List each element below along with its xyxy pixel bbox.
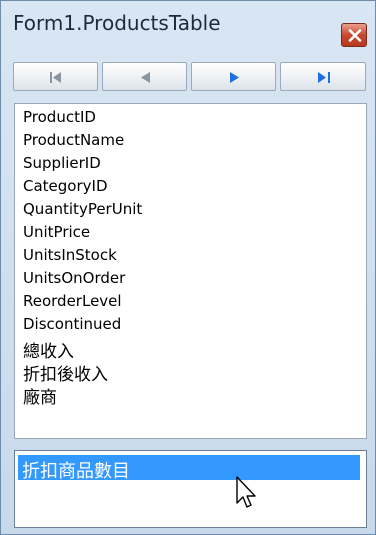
navigation-bar (13, 62, 366, 92)
form-window: Form1.ProductsTable ProductID ProductNam… (0, 0, 376, 535)
move-next-button[interactable] (191, 62, 276, 91)
field-item[interactable]: QuantityPerUnit (23, 200, 142, 218)
field-item[interactable]: 折扣後收入 (23, 360, 108, 385)
close-icon (348, 29, 362, 42)
move-previous-button[interactable] (102, 62, 187, 91)
move-last-button[interactable] (280, 62, 366, 91)
edit-textbox[interactable]: 折扣商品數目 (14, 450, 367, 528)
window-title: Form1.ProductsTable (13, 11, 221, 35)
field-item[interactable]: ProductName (23, 131, 124, 149)
field-item[interactable]: 總收入 (23, 337, 74, 362)
close-button[interactable] (341, 23, 367, 47)
field-item[interactable]: UnitsInStock (23, 246, 117, 264)
selected-text-highlight[interactable]: 折扣商品數目 (18, 455, 360, 482)
field-item[interactable]: UnitsOnOrder (23, 269, 125, 287)
field-item[interactable]: ReorderLevel (23, 292, 122, 310)
field-item[interactable]: ProductID (23, 108, 96, 126)
move-first-button[interactable] (13, 62, 98, 91)
move-next-icon (230, 72, 239, 83)
field-item[interactable]: Discontinued (23, 315, 121, 333)
move-last-icon (318, 72, 330, 83)
field-list[interactable]: ProductID ProductName SupplierID Categor… (14, 103, 367, 439)
mouse-cursor-icon (236, 476, 256, 508)
field-item[interactable]: SupplierID (23, 154, 101, 172)
field-item[interactable]: UnitPrice (23, 223, 90, 241)
selected-text: 折扣商品數目 (22, 461, 130, 482)
move-previous-icon (141, 72, 150, 83)
field-item[interactable]: CategoryID (23, 177, 108, 195)
field-item[interactable]: 廠商 (23, 383, 57, 408)
title-bar[interactable]: Form1.ProductsTable (1, 1, 375, 47)
move-first-icon (50, 72, 61, 83)
